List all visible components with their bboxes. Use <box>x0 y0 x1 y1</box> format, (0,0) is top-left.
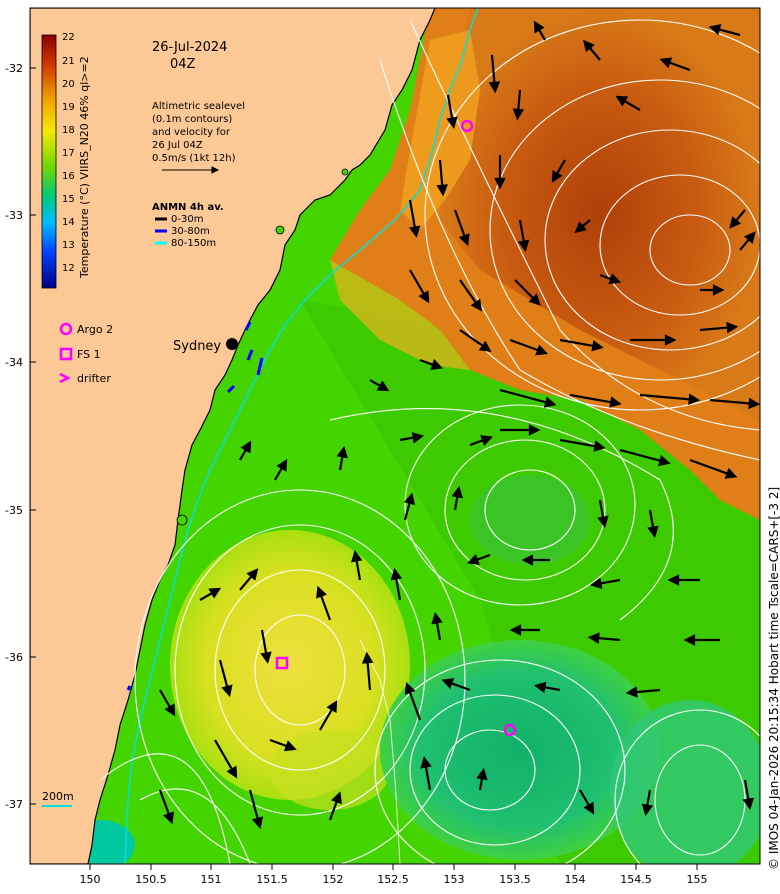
lat-tick-label: -33 <box>5 209 23 222</box>
colorbar-tick: 22 <box>62 32 75 43</box>
lat-tick-label: -36 <box>5 651 23 664</box>
lon-tick-label: 153 <box>444 873 465 886</box>
time-label: 04Z <box>170 57 196 72</box>
lon-tick-label: 154 <box>565 873 586 886</box>
sydney-marker <box>226 338 238 350</box>
colorbar-tick: 19 <box>62 102 75 113</box>
lon-tick-label: 152 <box>323 873 344 886</box>
lon-axis: 150 150.5 151 151.5 152 152.5 153 153.5 … <box>80 864 708 886</box>
anmn-item-label: 30-80m <box>171 226 210 237</box>
description-line: 0.5m/s (1kt 12h) <box>152 153 236 164</box>
description-line: (0.1m contours) <box>152 114 232 125</box>
anmn-item-label: 80-150m <box>171 238 216 249</box>
lat-tick-label: -35 <box>5 504 23 517</box>
lon-tick-label: 151.5 <box>256 873 288 886</box>
description-line: Altimetric sealevel <box>152 101 245 112</box>
colorbar-tick: 17 <box>62 148 75 159</box>
colorbar-tick: 15 <box>62 194 75 205</box>
lat-tick-label: -37 <box>5 798 23 811</box>
colorbar-tick: 13 <box>62 240 75 251</box>
date-label: 26-Jul-2024 <box>152 40 227 55</box>
sydney-label: Sydney <box>173 339 221 354</box>
isobath-label: 200m <box>42 790 74 803</box>
colorbar-label: Temperature (°C) VIIRS_N20 46% ql>=2 <box>78 56 91 279</box>
colorbar-tick: 16 <box>62 171 75 182</box>
lon-tick-label: 153.5 <box>499 873 531 886</box>
map-svg: Sydney 150 150.5 151 151.5 152 152.5 153… <box>5 7 780 886</box>
lat-tick-label: -34 <box>5 356 23 369</box>
lon-tick-label: 151 <box>201 873 222 886</box>
credit-text: © IMOS 04-Jan-2026 20:15:34 Hobart time … <box>767 487 780 870</box>
lon-tick-label: 150.5 <box>135 873 167 886</box>
lon-tick-label: 152.5 <box>377 873 409 886</box>
argo-legend-label: Argo 2 <box>77 323 113 336</box>
colorbar-tick: 12 <box>62 263 75 274</box>
colorbar-tick: 18 <box>62 125 75 136</box>
lat-tick-label: -32 <box>5 62 23 75</box>
lon-tick-label: 155 <box>687 873 708 886</box>
colorbar-tick: 20 <box>62 79 75 90</box>
colorbar-tick: 21 <box>62 56 75 67</box>
drifter-legend-label: drifter <box>77 372 111 385</box>
sst-map: Sydney 150 150.5 151 151.5 152 152.5 153… <box>0 0 780 890</box>
fs-legend-label: FS 1 <box>77 348 101 361</box>
lon-tick-label: 150 <box>80 873 101 886</box>
anmn-title: ANMN 4h av. <box>152 202 224 213</box>
anmn-item-label: 0-30m <box>171 214 203 225</box>
colorbar-tick: 14 <box>62 217 75 228</box>
description-line: and velocity for <box>152 127 231 138</box>
lon-tick-label: 154.5 <box>620 873 652 886</box>
description-line: 26 Jul 04Z <box>152 140 203 151</box>
